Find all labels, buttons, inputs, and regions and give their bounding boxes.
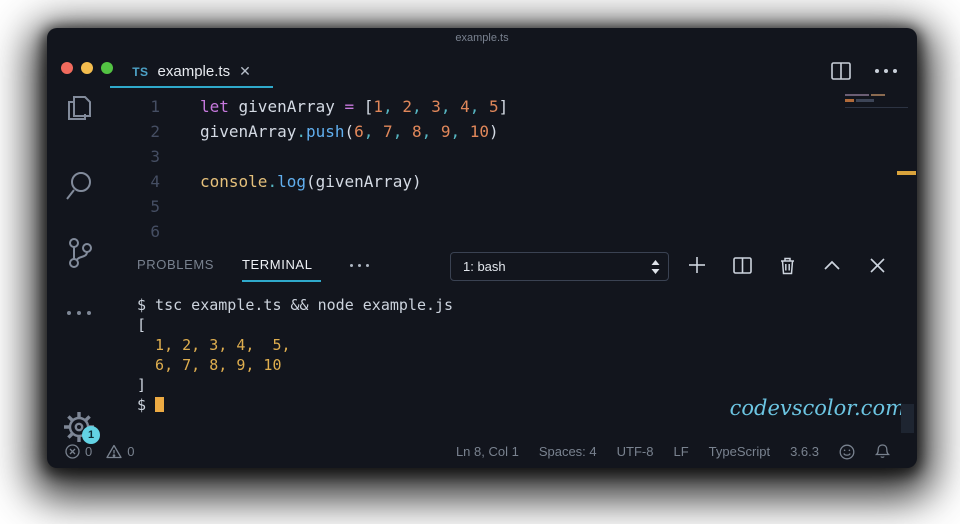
status-item[interactable]: UTF-8 <box>617 444 654 459</box>
error-count: 0 <box>85 444 93 459</box>
editor-actions <box>831 62 897 80</box>
warnings-icon[interactable]: 0 <box>106 444 134 459</box>
code-line: 3 <box>110 144 508 169</box>
overview-ruler-mark <box>897 171 916 175</box>
terminal-line: $ <box>137 395 453 415</box>
editor-more-actions-icon[interactable] <box>875 69 897 73</box>
editor-code-area[interactable]: 1 let givenArray = [1, 2, 3, 4, 5] 2 givenA… <box>110 94 508 244</box>
terminal-cursor <box>155 397 165 412</box>
tab-close-icon[interactable]: ✕ <box>239 63 251 80</box>
line-number: 1 <box>150 97 160 116</box>
tab-problems[interactable]: PROBLEMS <box>137 248 214 282</box>
status-item[interactable]: 3.6.3 <box>790 444 819 459</box>
line-number: 4 <box>150 172 160 191</box>
tab-terminal[interactable]: TERMINAL <box>242 248 313 282</box>
search-icon[interactable] <box>47 169 110 203</box>
terminal-line: $ tsc example.ts && node example.js <box>137 296 454 314</box>
split-terminal-icon[interactable] <box>730 251 754 279</box>
code-line: 6 <box>110 219 508 244</box>
panel-action-icons <box>685 251 889 279</box>
status-item[interactable]: TypeScript <box>709 444 770 459</box>
page: example.ts 1 TS example.ts ✕ 1 let given… <box>0 0 960 524</box>
watermark: codevscolor.com <box>729 396 905 420</box>
vscode-window: example.ts 1 TS example.ts ✕ 1 let given… <box>47 28 917 468</box>
status-bar: 0 0 Ln 8, Col 1 Spaces: 4 UTF-8 LF TypeScrip… <box>47 435 917 468</box>
tab-example-ts[interactable]: TS example.ts ✕ <box>110 55 273 88</box>
activity-bar: 1 <box>47 54 110 444</box>
more-actions-icon[interactable] <box>47 311 110 315</box>
terminal-scrollbar-thumb[interactable] <box>901 404 914 433</box>
terminal-line: [ <box>137 316 147 334</box>
code-line: 2 givenArray.push(6, 7, 8, 9, 10) <box>110 119 508 144</box>
maximize-panel-icon[interactable] <box>820 251 844 279</box>
terminal-select-value: 1: bash <box>463 259 506 274</box>
active-tab-underline <box>110 86 273 88</box>
line-number: 5 <box>150 197 160 216</box>
close-panel-icon[interactable] <box>865 251 889 279</box>
minimap[interactable] <box>845 92 908 112</box>
errors-icon[interactable]: 0 <box>65 444 92 459</box>
panel-more-icon[interactable] <box>350 264 369 267</box>
window-title: example.ts <box>455 32 509 44</box>
code-line: 4 console.log(givenArray) <box>110 169 508 194</box>
line-number: 3 <box>150 147 160 166</box>
terminal-select[interactable]: 1: bash <box>450 252 669 281</box>
kill-terminal-trash-icon[interactable] <box>775 251 799 279</box>
status-item[interactable]: LF <box>673 444 688 459</box>
explorer-icon[interactable] <box>47 89 110 125</box>
code-line: 1 let givenArray = [1, 2, 3, 4, 5] <box>110 94 508 119</box>
line-number: 6 <box>150 222 160 241</box>
typescript-file-icon: TS <box>132 64 149 79</box>
feedback-smiley-icon[interactable] <box>839 444 855 460</box>
status-item[interactable]: Ln 8, Col 1 <box>456 444 519 459</box>
status-items: Ln 8, Col 1 Spaces: 4 UTF-8 LF TypeScript 3.6… <box>456 444 819 459</box>
panel-tab-bar: PROBLEMS TERMINAL 1: bash <box>47 248 917 285</box>
tab-label: example.ts <box>157 63 231 80</box>
active-panel-tab-underline <box>242 280 321 282</box>
code-line: 5 <box>110 194 508 219</box>
split-editor-icon[interactable] <box>831 62 851 80</box>
terminal-line: 6, 7, 8, 9, 10 <box>137 356 282 374</box>
terminal-line: 1, 2, 3, 4, 5, <box>137 336 291 354</box>
select-spinner-icon <box>651 259 668 274</box>
warning-count: 0 <box>127 444 135 459</box>
status-item[interactable]: Spaces: 4 <box>539 444 597 459</box>
line-number: 2 <box>150 122 160 141</box>
notifications-bell-icon[interactable] <box>875 443 890 460</box>
terminal-line: ] <box>137 376 147 394</box>
new-terminal-icon[interactable] <box>685 251 709 279</box>
terminal-output[interactable]: $ tsc example.ts && node example.js [ 1, … <box>137 295 453 415</box>
